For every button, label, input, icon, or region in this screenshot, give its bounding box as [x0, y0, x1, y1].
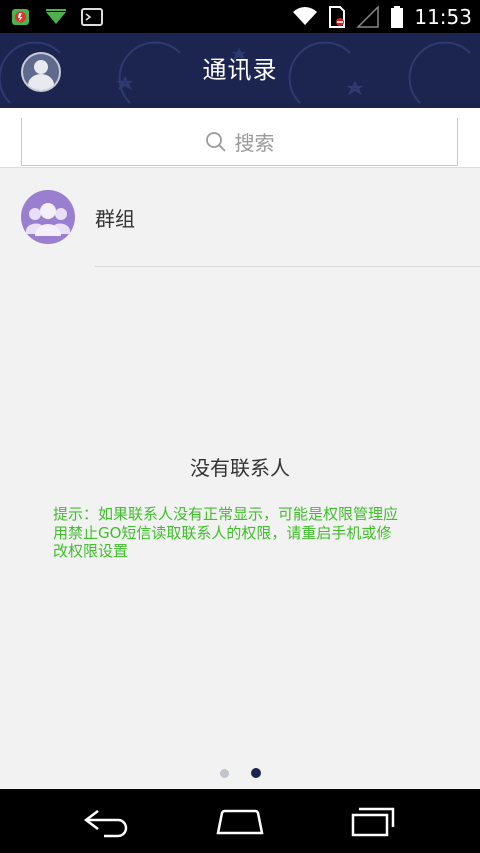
search-icon	[205, 131, 226, 152]
terminal-icon	[81, 8, 103, 26]
contact-group-item[interactable]: 群组	[0, 168, 480, 267]
search-input[interactable]: 搜索	[21, 118, 458, 166]
signal-icon	[356, 5, 380, 28]
recent-apps-icon[interactable]	[343, 803, 403, 839]
app-header: 通讯录	[0, 33, 480, 108]
app-notification-icon	[12, 9, 29, 25]
status-right-icons: 11:53	[292, 3, 472, 31]
hint-line: 提示：如果联系人没有正常显示，可能是权限管理应	[53, 505, 399, 523]
status-time: 11:53	[414, 5, 472, 29]
hint-line: 改权限设置	[53, 542, 129, 560]
page-dot-active[interactable]	[251, 768, 261, 778]
download-icon	[46, 9, 66, 24]
hint-line: 用禁止GO短信读取联系人的权限，请重启手机或修	[53, 523, 392, 542]
sim-blocked-icon	[329, 6, 346, 28]
page-indicator	[0, 767, 480, 779]
battery-icon	[391, 6, 404, 28]
system-nav-bar	[0, 789, 480, 853]
permission-hint: 提示：如果联系人没有正常显示，可能是权限管理应 用禁止GO短信读取联系人的权限，…	[53, 505, 433, 561]
page-dot-inactive[interactable]	[220, 769, 229, 778]
search-placeholder: 搜索	[234, 131, 275, 155]
home-icon[interactable]	[210, 803, 270, 839]
search-area: 搜索	[0, 108, 480, 168]
group-avatar-icon	[21, 190, 75, 244]
page-title: 通讯录	[202, 56, 278, 84]
list-divider	[95, 266, 480, 267]
group-label: 群组	[95, 207, 135, 231]
wifi-icon	[293, 7, 318, 25]
status-left-icons	[10, 5, 104, 29]
empty-state-title: 没有联系人	[190, 456, 290, 480]
status-bar: 11:53	[0, 0, 480, 33]
back-icon[interactable]	[78, 803, 138, 839]
